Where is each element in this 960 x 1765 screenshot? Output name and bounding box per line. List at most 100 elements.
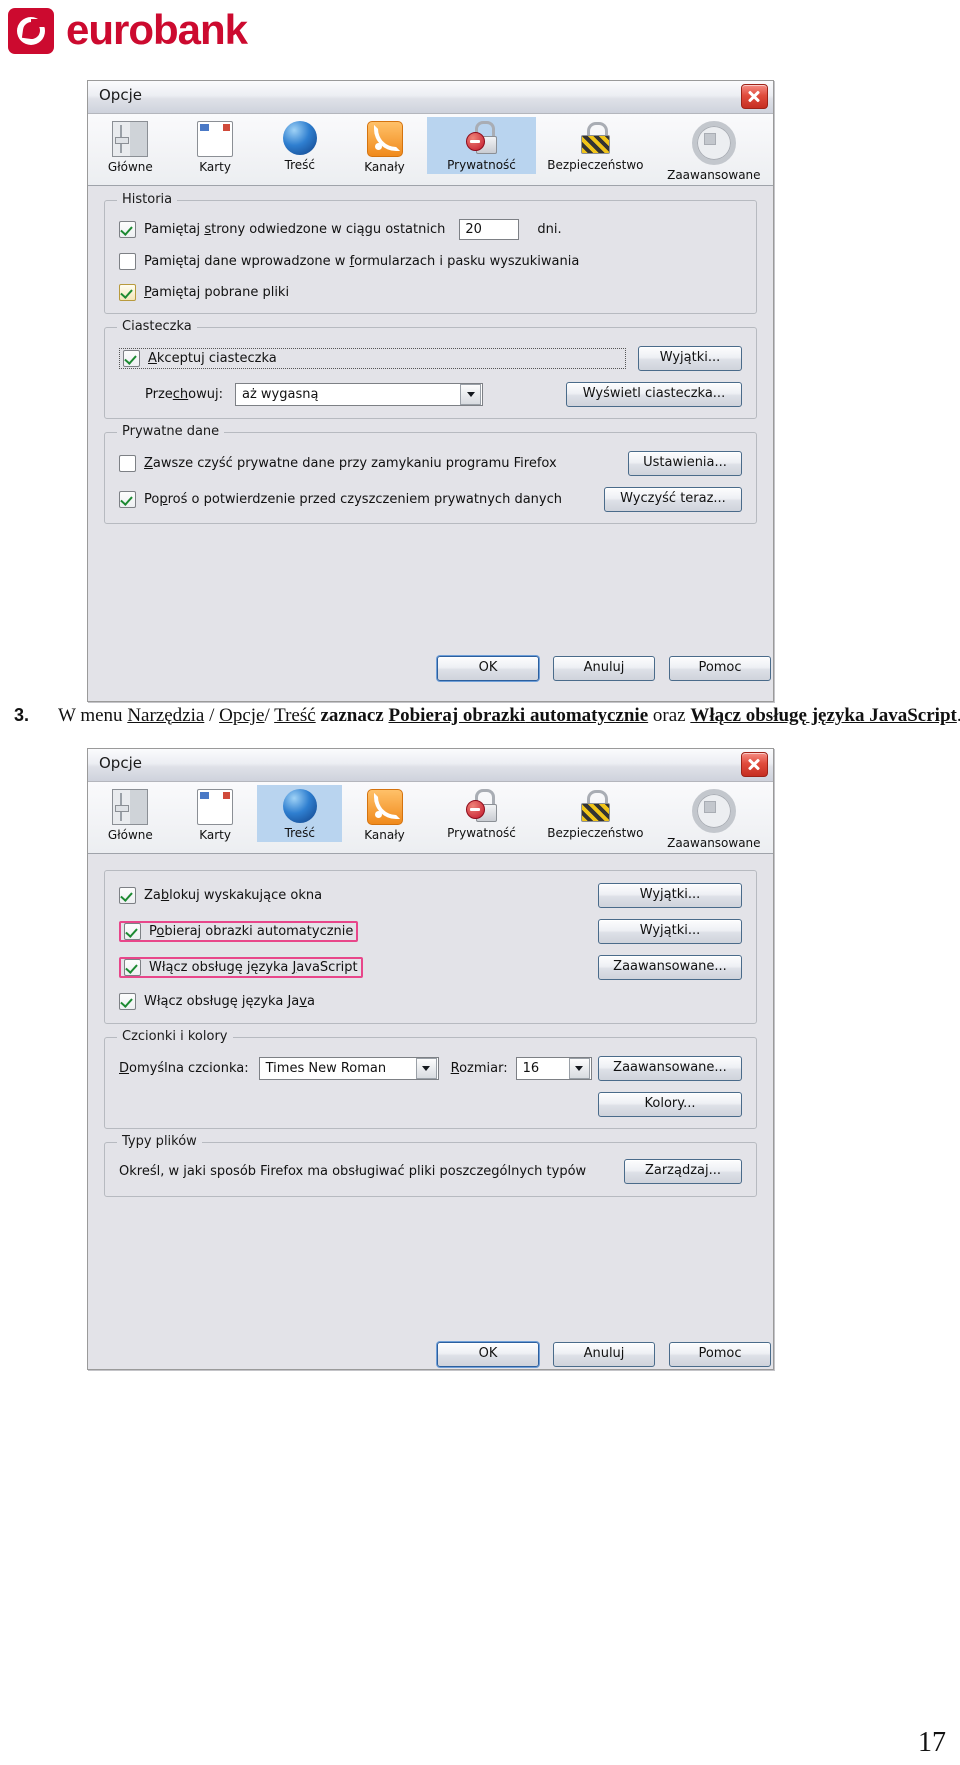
instruction-option-1b: automatycznie bbox=[525, 705, 649, 726]
label-default-font: Domyślna czcionka: bbox=[119, 1061, 249, 1076]
dialog-title: Opcje bbox=[99, 754, 142, 772]
instruction-conjunction: oraz bbox=[648, 705, 691, 726]
tab-glowne[interactable]: Główne bbox=[88, 117, 173, 176]
label-remember-pages: Pamiętaj strony odwiedzone w ciągu ostat… bbox=[144, 222, 446, 237]
checkbox-always-clear[interactable] bbox=[119, 455, 136, 472]
row-default-font: Domyślna czcionka: Times New Roman Rozmi… bbox=[119, 1056, 742, 1081]
tab-tresc[interactable]: Treść bbox=[257, 785, 343, 842]
checkbox-ask-confirm[interactable] bbox=[119, 491, 136, 508]
gear-icon bbox=[691, 789, 736, 833]
label-enable-java: Włącz obsługę języka Java bbox=[144, 993, 315, 1009]
clear-now-button[interactable]: Wyczyść teraz... bbox=[604, 487, 742, 512]
accept-cookies-focus[interactable]: Akceptuj ciasteczka bbox=[119, 348, 626, 369]
checkbox-load-images[interactable] bbox=[124, 923, 141, 940]
group-title: Ciasteczka bbox=[117, 319, 197, 334]
rss-feed-icon bbox=[366, 789, 403, 825]
row-colors: Kolory... bbox=[119, 1092, 742, 1117]
dialog-toolbar: Główne Karty Treść Kanały Prywatność Bez… bbox=[88, 114, 773, 186]
instruction-text-1: W menu bbox=[58, 705, 128, 726]
tabs-icon bbox=[197, 789, 234, 825]
dialog-titlebar: Opcje bbox=[88, 749, 773, 782]
chevron-down-icon[interactable] bbox=[460, 384, 481, 405]
tab-kanaly[interactable]: Kanały bbox=[342, 785, 427, 844]
ok-button[interactable]: OK bbox=[437, 1342, 539, 1367]
tab-label: Zaawansowane bbox=[667, 168, 761, 182]
menu-narzedzia: Narzędzia bbox=[127, 705, 205, 726]
gear-icon bbox=[691, 121, 736, 165]
fonts-advanced-button[interactable]: Zaawansowane... bbox=[598, 1056, 742, 1081]
label-accept-cookies: Akceptuj ciasteczka bbox=[148, 351, 277, 366]
checkbox-remember-pages[interactable] bbox=[119, 221, 136, 238]
enable-javascript-highlight[interactable]: Włącz obsługę języka JavaScript bbox=[119, 957, 363, 978]
load-images-highlight[interactable]: Pobieraj obrazki automatycznie bbox=[119, 921, 359, 942]
help-button[interactable]: Pomoc bbox=[669, 656, 771, 681]
cookies-exceptions-button[interactable]: Wyjątki... bbox=[638, 346, 742, 371]
days-suffix-label: dni. bbox=[537, 222, 562, 237]
tab-zaawansowane[interactable]: Zaawansowane bbox=[655, 785, 773, 852]
checkbox-enable-java[interactable] bbox=[119, 992, 136, 1010]
popups-exceptions-button[interactable]: Wyjątki... bbox=[598, 883, 742, 908]
javascript-advanced-button[interactable]: Zaawansowane... bbox=[598, 955, 742, 980]
private-settings-button[interactable]: Ustawienia... bbox=[628, 451, 742, 476]
tab-label: Prywatność bbox=[447, 826, 516, 840]
tab-prywatnosc[interactable]: Prywatność bbox=[427, 785, 536, 842]
sliders-icon bbox=[112, 789, 149, 825]
open-padlock-icon bbox=[465, 121, 499, 155]
tab-kanaly[interactable]: Kanały bbox=[342, 117, 427, 176]
label-remember-forms: Pamiętaj dane wprowadzone w formularzach… bbox=[144, 253, 580, 269]
checkbox-enable-javascript[interactable] bbox=[124, 959, 141, 976]
dialog-title: Opcje bbox=[99, 86, 142, 104]
row-file-types: Określ, w jaki sposób Firefox ma obsługi… bbox=[119, 1159, 742, 1184]
padlock-icon bbox=[578, 789, 612, 823]
manage-file-types-button[interactable]: Zarządzaj... bbox=[624, 1159, 742, 1184]
menu-tresc: Treść bbox=[274, 705, 316, 726]
open-padlock-icon bbox=[465, 789, 499, 823]
checkbox-accept-cookies[interactable] bbox=[123, 350, 140, 367]
default-font-select[interactable]: Times New Roman bbox=[258, 1057, 439, 1080]
group-title: Czcionki i kolory bbox=[117, 1029, 233, 1044]
checkbox-remember-downloads[interactable] bbox=[119, 283, 136, 301]
row-always-clear: Zawsze czyść prywatne dane przy zamykani… bbox=[119, 451, 742, 476]
dialog-footer-buttons: OK Anuluj Pomoc bbox=[437, 1342, 771, 1367]
instruction-option-1a: Pobieraj obrazki bbox=[388, 705, 526, 726]
show-cookies-button[interactable]: Wyświetl ciasteczka... bbox=[566, 382, 742, 407]
tab-zaawansowane[interactable]: Zaawansowane bbox=[655, 117, 773, 184]
tab-bezpieczenstwo[interactable]: Bezpieczeństwo bbox=[536, 117, 654, 174]
tab-tresc[interactable]: Treść bbox=[257, 117, 342, 174]
tab-karty[interactable]: Karty bbox=[173, 117, 258, 176]
group-title: Prywatne dane bbox=[117, 424, 225, 439]
row-remember-forms: Pamiętaj dane wprowadzone w formularzach… bbox=[119, 251, 742, 271]
checkbox-remember-forms[interactable] bbox=[119, 252, 136, 270]
tab-label: Treść bbox=[284, 826, 316, 840]
cancel-button[interactable]: Anuluj bbox=[553, 1342, 655, 1367]
tab-bezpieczenstwo[interactable]: Bezpieczeństwo bbox=[536, 785, 654, 842]
close-icon[interactable] bbox=[741, 752, 768, 777]
chevron-down-icon[interactable] bbox=[415, 1058, 437, 1079]
group-content-options: Zablokuj wyskakujące okna Wyjątki... Pob… bbox=[104, 870, 757, 1024]
keep-cookies-select[interactable]: aż wygasną bbox=[235, 383, 483, 406]
tab-glowne[interactable]: Główne bbox=[88, 785, 173, 844]
tab-karty[interactable]: Karty bbox=[173, 785, 258, 844]
cancel-button[interactable]: Anuluj bbox=[553, 656, 655, 681]
tab-label: Karty bbox=[199, 160, 231, 174]
label-ask-confirm: Poproś o potwierdzenie przed czyszczenie… bbox=[144, 492, 562, 507]
brand-header: eurobank bbox=[0, 0, 960, 64]
globe-icon bbox=[282, 789, 317, 823]
row-enable-java: Włącz obsługę języka Java bbox=[119, 991, 742, 1011]
close-icon[interactable] bbox=[741, 84, 768, 109]
checkbox-block-popups[interactable] bbox=[119, 887, 136, 904]
label-block-popups: Zablokuj wyskakujące okna bbox=[144, 888, 323, 903]
tab-prywatnosc[interactable]: Prywatność bbox=[426, 117, 537, 174]
colors-button[interactable]: Kolory... bbox=[598, 1092, 742, 1117]
default-font-value: Times New Roman bbox=[265, 1061, 387, 1076]
instruction-option-2: Włącz obsługę języka JavaScript bbox=[690, 705, 957, 726]
ok-button[interactable]: OK bbox=[437, 656, 539, 681]
font-size-select[interactable]: 16 bbox=[515, 1057, 592, 1080]
group-typy-plikow: Typy plików Określ, w jaki sposób Firefo… bbox=[104, 1134, 757, 1197]
days-input[interactable]: 20 bbox=[459, 219, 520, 240]
chevron-down-icon[interactable] bbox=[568, 1058, 590, 1079]
images-exceptions-button[interactable]: Wyjątki... bbox=[598, 919, 742, 944]
help-button[interactable]: Pomoc bbox=[669, 1342, 771, 1367]
page-number: 17 bbox=[918, 1727, 946, 1758]
options-dialog-content: Opcje Główne Karty Treść Kanały Prywatno… bbox=[87, 748, 774, 1370]
